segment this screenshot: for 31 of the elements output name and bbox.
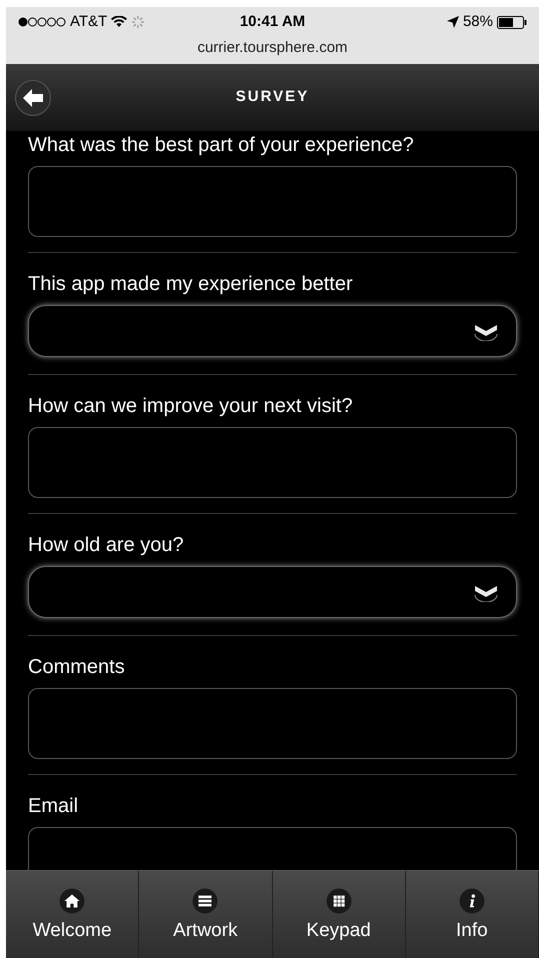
tab-button[interactable]: Welcome: [6, 871, 140, 958]
question-label: How can we improve your next visit?: [28, 394, 354, 419]
question-label: Email: [28, 794, 80, 819]
battery-percent: 58%: [462, 12, 493, 32]
info-icon: [458, 888, 485, 914]
back-button[interactable]: [15, 80, 51, 116]
back-arrow-icon: [23, 88, 43, 106]
question-label: Comments: [28, 655, 126, 680]
signal-icon: [18, 17, 66, 27]
home-icon: [59, 888, 86, 914]
clock-time: 10:41 AM: [238, 12, 306, 32]
dropdown[interactable]: [28, 305, 517, 357]
loading-icon: [131, 15, 146, 29]
text-field[interactable]: [28, 166, 517, 237]
location-arrow-icon: [446, 16, 459, 28]
page-url[interactable]: currier.toursphere.com: [197, 37, 348, 60]
tab-button[interactable]: Artwork: [139, 871, 272, 958]
tab-button[interactable]: Keypad: [272, 871, 406, 958]
text-field[interactable]: [28, 427, 517, 498]
wifi-icon: [111, 16, 128, 28]
question-label: How old are you?: [28, 533, 185, 558]
text-field[interactable]: [28, 688, 517, 759]
page-title: SURVEY: [236, 87, 310, 108]
carrier-name: AT&T: [70, 12, 108, 32]
battery-icon: [497, 16, 527, 28]
tab-button[interactable]: Info: [406, 871, 539, 958]
grid-icon: [326, 888, 352, 914]
dropdown[interactable]: [28, 566, 517, 618]
question-label: What was the best part of your experience?: [28, 133, 415, 158]
list-icon: [192, 888, 218, 914]
question-label: This app made my experience better: [28, 272, 354, 297]
